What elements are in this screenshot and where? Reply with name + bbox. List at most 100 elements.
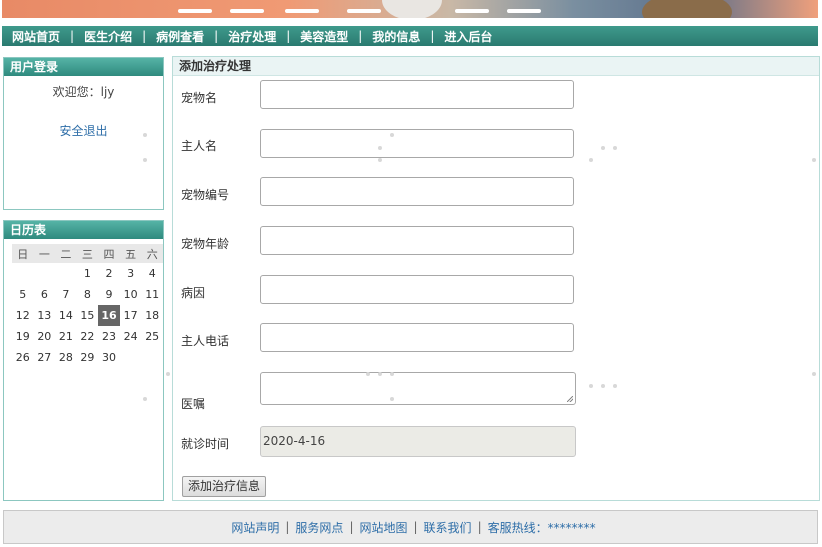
calendar-panel: 日历表 日 一 二 三 四 五 六 1 2 3 4 5 6 7 8 9 10 11 12 13 14 15 1… — [3, 220, 164, 501]
pet-id-input[interactable] — [260, 177, 574, 206]
background-dot — [390, 372, 394, 376]
calendar-day[interactable]: 5 — [12, 284, 34, 305]
weekday-header: 三 — [76, 244, 99, 263]
nav-item-my-info[interactable]: 我的信息 — [362, 28, 430, 45]
nav-item-cases[interactable]: 病例查看 — [146, 28, 214, 45]
background-dot — [589, 158, 593, 162]
calendar-empty-cell — [141, 347, 163, 368]
calendar-day[interactable]: 18 — [141, 305, 163, 326]
pet-name-label: 宠物名 — [181, 91, 218, 105]
calendar-day[interactable]: 28 — [55, 347, 77, 368]
calendar-day[interactable]: 1 — [77, 263, 99, 284]
form-title: 添加治疗处理 — [173, 57, 819, 76]
calendar-day[interactable]: 11 — [141, 284, 163, 305]
calendar-day-today[interactable]: 16 — [98, 305, 120, 326]
calendar-day[interactable]: 3 — [120, 263, 142, 284]
weekday-header: 五 — [119, 244, 142, 263]
advice-label: 医嘱 — [181, 397, 206, 411]
background-dot — [143, 397, 147, 401]
calendar-day[interactable]: 2 — [98, 263, 120, 284]
footer-link-sitemap[interactable]: 网站地图 — [359, 519, 407, 536]
calendar-day[interactable]: 9 — [98, 284, 120, 305]
calendar-title: 日历表 — [4, 221, 163, 239]
owner-name-input[interactable] — [260, 129, 574, 158]
weekday-header: 四 — [98, 244, 120, 263]
visit-time-input[interactable]: 2020-4-16 — [260, 426, 576, 457]
weekday-header: 六 — [141, 244, 163, 263]
weekday-header: 一 — [33, 244, 56, 263]
nav-item-grooming[interactable]: 美容造型 — [290, 28, 358, 45]
footer-link-statement[interactable]: 网站声明 — [231, 519, 279, 536]
banner-decoration — [507, 9, 541, 13]
nav-item-admin[interactable]: 进入后台 — [434, 28, 502, 45]
background-dot — [390, 133, 394, 137]
illness-input[interactable] — [260, 275, 574, 304]
background-dot — [143, 133, 147, 137]
nav-item-home[interactable]: 网站首页 — [2, 28, 70, 45]
treatment-form-panel: 添加治疗处理 宠物名 主人名 宠物编号 宠物年龄 病因 主人电话 医嘱 就诊时间… — [172, 56, 820, 501]
background-dot — [166, 372, 170, 376]
visit-time-label: 就诊时间 — [181, 437, 230, 451]
calendar-day[interactable]: 26 — [12, 347, 34, 368]
calendar-day[interactable]: 25 — [141, 326, 163, 347]
calendar-day[interactable]: 6 — [34, 284, 56, 305]
calendar-grid: 日 一 二 三 四 五 六 1 2 3 4 5 6 7 8 9 10 11 12 13 14 15 16 17 1… — [12, 244, 163, 368]
footer-separator: | — [349, 520, 354, 534]
calendar-day[interactable]: 17 — [120, 305, 142, 326]
add-treatment-button[interactable]: 添加治疗信息 — [182, 476, 267, 497]
calendar-empty-cell — [120, 347, 142, 368]
user-login-title: 用户登录 — [4, 58, 163, 76]
calendar-day[interactable]: 12 — [12, 305, 34, 326]
footer-separator: | — [477, 520, 482, 534]
calendar-day[interactable]: 24 — [120, 326, 142, 347]
calendar-week-row: 12 13 14 15 16 17 18 — [12, 305, 163, 326]
calendar-day[interactable]: 14 — [55, 305, 77, 326]
nav-item-doctors[interactable]: 医生介绍 — [74, 28, 142, 45]
banner-decoration — [382, 0, 442, 18]
calendar-day[interactable]: 27 — [34, 347, 56, 368]
calendar-day[interactable]: 22 — [77, 326, 99, 347]
owner-phone-input[interactable] — [260, 323, 574, 352]
calendar-day[interactable]: 30 — [98, 347, 120, 368]
calendar-empty-cell — [12, 263, 34, 284]
calendar-day[interactable]: 20 — [34, 326, 56, 347]
footer-separator: | — [413, 520, 418, 534]
calendar-day[interactable]: 29 — [77, 347, 99, 368]
calendar-day[interactable]: 23 — [98, 326, 120, 347]
advice-textarea[interactable] — [260, 372, 576, 405]
background-dot — [589, 384, 593, 388]
pet-age-input[interactable] — [260, 226, 574, 255]
calendar-day[interactable]: 15 — [77, 305, 99, 326]
banner-decoration — [347, 9, 381, 13]
background-dot — [378, 372, 382, 376]
calendar-day[interactable]: 8 — [77, 284, 99, 305]
owner-phone-label: 主人电话 — [181, 334, 230, 348]
calendar-week-row: 1234 — [12, 263, 163, 284]
background-dot — [613, 384, 617, 388]
weekday-header: 二 — [55, 244, 77, 263]
calendar-day[interactable]: 19 — [12, 326, 34, 347]
footer-separator: | — [285, 520, 290, 534]
calendar-day[interactable]: 21 — [55, 326, 77, 347]
pet-name-input[interactable] — [260, 80, 574, 109]
footer-hotline: 客服热线：******** — [487, 520, 596, 535]
background-dot — [601, 384, 605, 388]
site-banner — [2, 0, 818, 18]
calendar-day[interactable]: 10 — [120, 284, 142, 305]
nav-item-treatment[interactable]: 治疗处理 — [218, 28, 286, 45]
footer-link-service-points[interactable]: 服务网点 — [295, 519, 343, 536]
calendar-day[interactable]: 4 — [141, 263, 163, 284]
calendar-day[interactable]: 7 — [55, 284, 77, 305]
banner-decoration — [455, 9, 489, 13]
main-nav: 网站首页 | 医生介绍 | 病例查看 | 治疗处理 | 美容造型 | 我的信息 … — [2, 26, 818, 46]
banner-decoration — [642, 0, 732, 18]
footer-link-contact[interactable]: 联系我们 — [424, 519, 472, 536]
calendar-day[interactable]: 13 — [34, 305, 56, 326]
logout-link[interactable]: 安全退出 — [4, 122, 163, 139]
welcome-text: 欢迎您：ljy — [52, 85, 115, 99]
resize-grip-icon[interactable] — [567, 396, 573, 402]
calendar-empty-cell — [34, 263, 56, 284]
weekday-header: 日 — [12, 244, 34, 263]
banner-decoration — [230, 9, 264, 13]
background-dot — [601, 146, 605, 150]
